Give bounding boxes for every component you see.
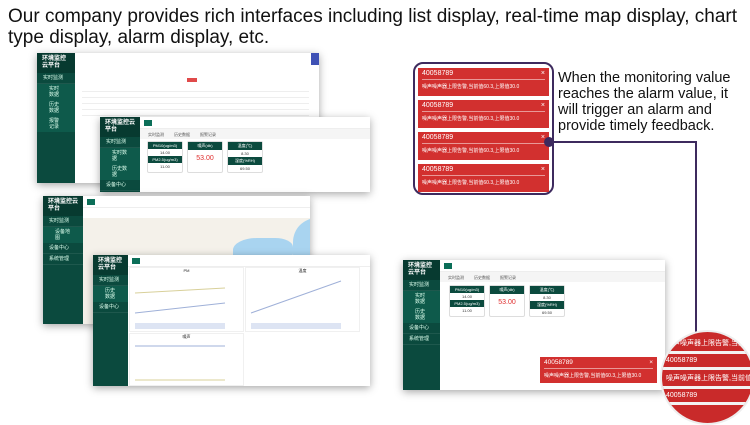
magnified-message: 噪声噪声器上限告警,当前值60.3,上限值30.0 — [662, 332, 750, 354]
description: When the monitoring value reaches the al… — [558, 70, 731, 134]
alarm-message: 噪声噪声器上限告警,当前值60.3,上限值30.0 — [422, 84, 520, 90]
card-pm: PM10(ug/m3) 14.00 PM2.5(ug/m3) 11.00 — [449, 285, 485, 317]
connector-line — [695, 141, 697, 336]
alarm-popup: 40058789 × 噪声噪声器上限告警,当前值60.3,上限值30.0 — [540, 357, 657, 383]
submenu-item[interactable]: 实时数据 — [37, 84, 75, 100]
menu-toggle-button[interactable] — [132, 258, 140, 264]
alarm-id: 40058789 — [422, 134, 454, 141]
brand: 环境监控云平台 — [37, 53, 75, 73]
card-noise: 噪声(db) 53.00 — [187, 141, 223, 173]
chart-pm: PM — [129, 267, 244, 332]
menu-item[interactable]: 系统管理 — [43, 254, 83, 265]
alarm-item: 40058789 × 噪声噪声器上限告警,当前值60.3,上限值30.0 — [418, 164, 549, 192]
alarm-id: 40058789 — [422, 70, 454, 77]
menu-item[interactable]: 实时监测 — [100, 137, 140, 148]
brand: 环境监控云平台 — [43, 196, 83, 216]
card-temp: 温度(℃) 8.30 湿度(%RH) 69.50 — [227, 141, 263, 173]
submenu-item[interactable]: 实时数据 — [403, 291, 440, 307]
alarm-message: 噪声噪声器上限告警,当前值60.3,上限值30.0 — [422, 148, 520, 154]
alarm-list: 40058789 × 噪声噪声器上限告警,当前值60.3,上限值30.0 400587… — [413, 62, 554, 195]
tab[interactable]: 报警记录 — [200, 132, 216, 137]
headline: Our company provides rich interfaces inc… — [8, 6, 737, 48]
submenu-item[interactable]: 历史数据 — [37, 100, 75, 116]
connector-line — [550, 141, 696, 143]
search-button[interactable] — [187, 78, 197, 82]
submenu-item[interactable]: 历史数据 — [93, 286, 128, 302]
tab[interactable]: 历史数据 — [474, 275, 490, 280]
data-table — [82, 86, 309, 116]
menu-item[interactable]: 实时监测 — [43, 216, 83, 227]
alarm-id: 40058789 — [422, 102, 454, 109]
chart-temp: 温度 — [245, 267, 360, 332]
sidebar: 环境监控云平台 实时监测 设备地图 设备中心 系统管理 — [43, 196, 83, 324]
dashboard-screenshot: 环境监控云平台 实时监测 实时数据 历史数据 设备中心 实时监测 历史数据 报警记录… — [100, 117, 370, 192]
menu-toggle-button[interactable] — [87, 199, 95, 205]
alarm-message: 噪声噪声器上限告警,当前值60.3,上限值30.0 — [544, 373, 642, 379]
close-icon[interactable]: × — [649, 359, 653, 366]
menu-item[interactable]: 实时监测 — [93, 275, 128, 286]
connector-dot — [544, 137, 554, 147]
alarm-id: 40058789 — [544, 359, 573, 366]
charts-screenshot: 环境监控云平台 实时监测 历史数据 设备中心 PM 温度 噪声 — [93, 255, 370, 386]
alarm-message: 噪声噪声器上限告警,当前值60.3,上限值30.0 — [422, 180, 520, 186]
brand: 环境监控云平台 — [403, 260, 440, 280]
menu-toggle-button[interactable] — [444, 263, 452, 269]
submenu-item[interactable]: 历史数据 — [403, 307, 440, 323]
magnified-id: 40058789 — [662, 389, 750, 405]
menu-item[interactable]: 设备中心 — [93, 302, 128, 313]
submenu-item[interactable]: 实时数据 — [100, 148, 140, 164]
submenu-item[interactable]: 设备地图 — [43, 227, 83, 243]
magnified-alarms: 噪声噪声器上限告警,当前值60.3,上限值30.0 40058789 噪声噪声器… — [660, 330, 750, 425]
brand: 环境监控云平台 — [93, 255, 128, 275]
sidebar: 环境监控云平台 实时监测 实时数据 历史数据 设备中心 — [100, 117, 140, 192]
alarm-message: 噪声噪声器上限告警,当前值60.3,上限值30.0 — [422, 116, 520, 122]
alarm-item: 40058789 × 噪声噪声器上限告警,当前值60.3,上限值30.0 — [418, 100, 549, 128]
card-temp: 温度(℃) 8.30 湿度(%RH) 69.50 — [529, 285, 565, 317]
alarm-item: 40058789 × 噪声噪声器上限告警,当前值60.3,上限值30.0 — [418, 132, 549, 160]
tab[interactable]: 实时监测 — [448, 275, 464, 280]
sidebar: 环境监控云平台 实时监测 实时数据 历史数据 设备中心 系统管理 — [403, 260, 440, 390]
menu-item[interactable]: 实时监测 — [403, 280, 440, 291]
close-icon[interactable]: × — [541, 102, 545, 109]
chart-noise: 噪声 — [129, 333, 244, 386]
menu-toggle-button[interactable] — [144, 120, 152, 126]
alarm-item: 40058789 × 噪声噪声器上限告警,当前值60.3,上限值30.0 — [418, 68, 549, 96]
submenu-item[interactable]: 报警记录 — [37, 116, 75, 132]
menu-item[interactable]: 设备中心 — [43, 243, 83, 254]
magnified-id: 40058789 — [662, 354, 750, 370]
brand: 环境监控云平台 — [100, 117, 140, 137]
tab[interactable]: 报警记录 — [500, 275, 516, 280]
menu-item[interactable]: 实时监测 — [37, 73, 75, 84]
card-noise: 噪声(db) 53.00 — [489, 285, 525, 317]
close-icon[interactable]: × — [541, 166, 545, 173]
alarm-id: 40058789 — [422, 166, 454, 173]
submenu-item[interactable]: 历史数据 — [100, 164, 140, 180]
sidebar: 环境监控云平台 实时监测 历史数据 设备中心 — [93, 255, 128, 386]
magnified-message: 噪声噪声器上限告警,当前值60.3,上限值30.0 — [662, 370, 750, 389]
tab[interactable]: 历史数据 — [174, 132, 190, 137]
menu-item[interactable]: 设备中心 — [100, 180, 140, 191]
menu-item[interactable]: 设备中心 — [403, 323, 440, 334]
close-icon[interactable]: × — [541, 70, 545, 77]
card-pm: PM10(ug/m3) 14.00 PM2.5(ug/m3) 11.00 — [147, 141, 183, 173]
sidebar: 环境监控云平台 实时监测 实时数据 历史数据 报警记录 — [37, 53, 75, 183]
tab[interactable]: 实时监测 — [148, 132, 164, 137]
menu-item[interactable]: 系统管理 — [403, 334, 440, 345]
corner-block — [311, 53, 319, 65]
